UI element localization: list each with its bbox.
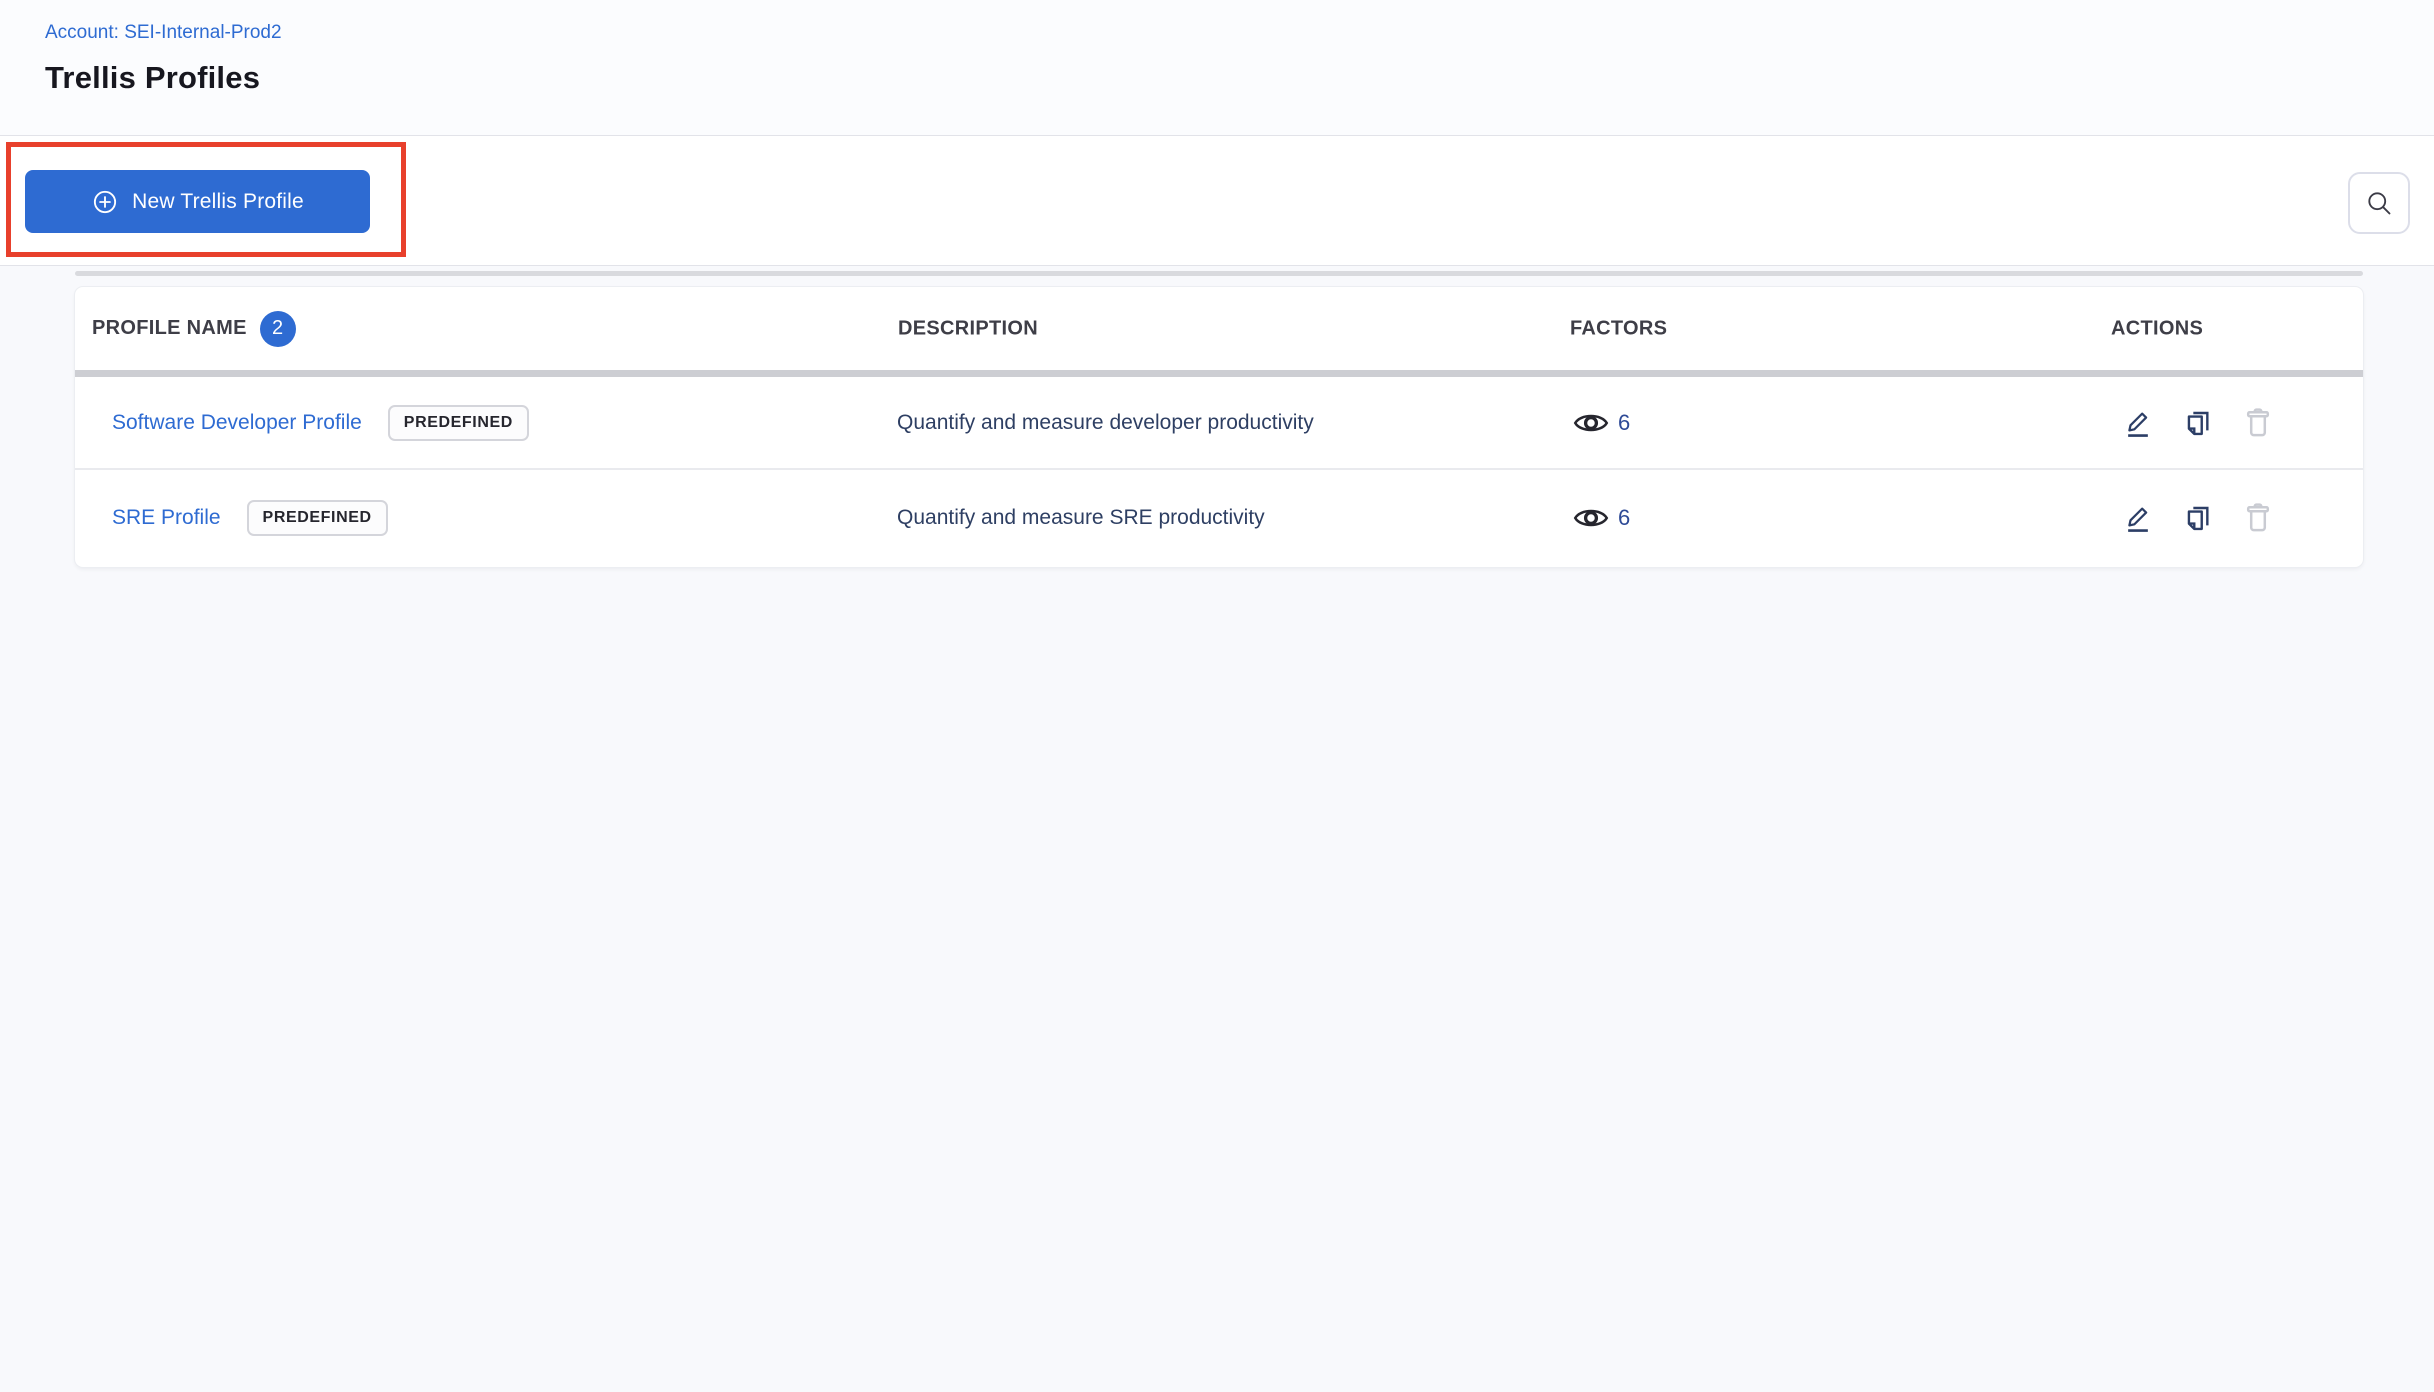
clone-profile-button[interactable] <box>2180 403 2216 443</box>
profile-count-badge: 2 <box>259 310 296 347</box>
eye-icon <box>1573 409 1609 437</box>
profile-description: Quantify and measure developer productiv… <box>897 410 1314 434</box>
clone-profile-button[interactable] <box>2180 498 2216 538</box>
profiles-table-card: PROFILE NAME 2 DESCRIPTION FACTORS ACTIO… <box>75 287 2363 567</box>
factors-count: 6 <box>1618 409 1631 435</box>
edit-profile-button[interactable] <box>2120 403 2156 443</box>
new-trellis-profile-button-label: New Trellis Profile <box>132 189 304 213</box>
duplicate-pages-icon <box>2182 407 2214 439</box>
header-divider <box>75 370 2363 377</box>
table-row: SRE Profile PREDEFINED Quantify and meas… <box>75 470 2363 565</box>
page-header: Account: SEI-Internal-Prod2 Trellis Prof… <box>0 0 2434 136</box>
new-trellis-profile-button[interactable]: New Trellis Profile <box>25 170 370 233</box>
view-factors-button[interactable]: 6 <box>1573 409 1630 437</box>
factors-count: 6 <box>1618 504 1631 530</box>
page-title: Trellis Profiles <box>45 60 261 95</box>
column-header-factors: FACTORS <box>1570 317 1668 339</box>
profile-name-link[interactable]: Software Developer Profile <box>112 411 362 435</box>
profile-name-link[interactable]: SRE Profile <box>112 506 221 530</box>
edit-profile-button[interactable] <box>2120 498 2156 538</box>
predefined-badge: PREDEFINED <box>387 404 529 441</box>
column-header-description: DESCRIPTION <box>898 317 1038 339</box>
table-header-row: PROFILE NAME 2 DESCRIPTION FACTORS ACTIO… <box>75 287 2363 370</box>
search-button[interactable] <box>2348 172 2410 234</box>
delete-profile-button[interactable] <box>2240 498 2276 538</box>
column-header-profile-name: PROFILE NAME 2 <box>92 310 296 347</box>
column-header-actions: ACTIONS <box>2111 317 2204 339</box>
profile-name-header-label: PROFILE NAME <box>92 317 247 339</box>
magnifier-icon <box>2365 189 2393 217</box>
trash-icon <box>2242 406 2274 440</box>
pencil-icon <box>2123 407 2153 439</box>
predefined-badge: PREDEFINED <box>246 499 388 536</box>
account-breadcrumb-link[interactable]: Account: SEI-Internal-Prod2 <box>45 22 282 44</box>
circled-plus-icon <box>91 188 119 216</box>
horizontal-scrollbar[interactable] <box>75 271 2363 276</box>
trash-icon <box>2242 501 2274 535</box>
delete-profile-button[interactable] <box>2240 403 2276 443</box>
eye-icon <box>1573 504 1609 532</box>
table-row: Software Developer Profile PREDEFINED Qu… <box>75 377 2363 470</box>
view-factors-button[interactable]: 6 <box>1573 504 1630 532</box>
profile-description: Quantify and measure SRE productivity <box>897 505 1265 529</box>
toolbar: New Trellis Profile <box>0 136 2434 266</box>
pencil-icon <box>2123 502 2153 534</box>
page-content: PROFILE NAME 2 DESCRIPTION FACTORS ACTIO… <box>0 267 2434 1392</box>
duplicate-pages-icon <box>2182 502 2214 534</box>
